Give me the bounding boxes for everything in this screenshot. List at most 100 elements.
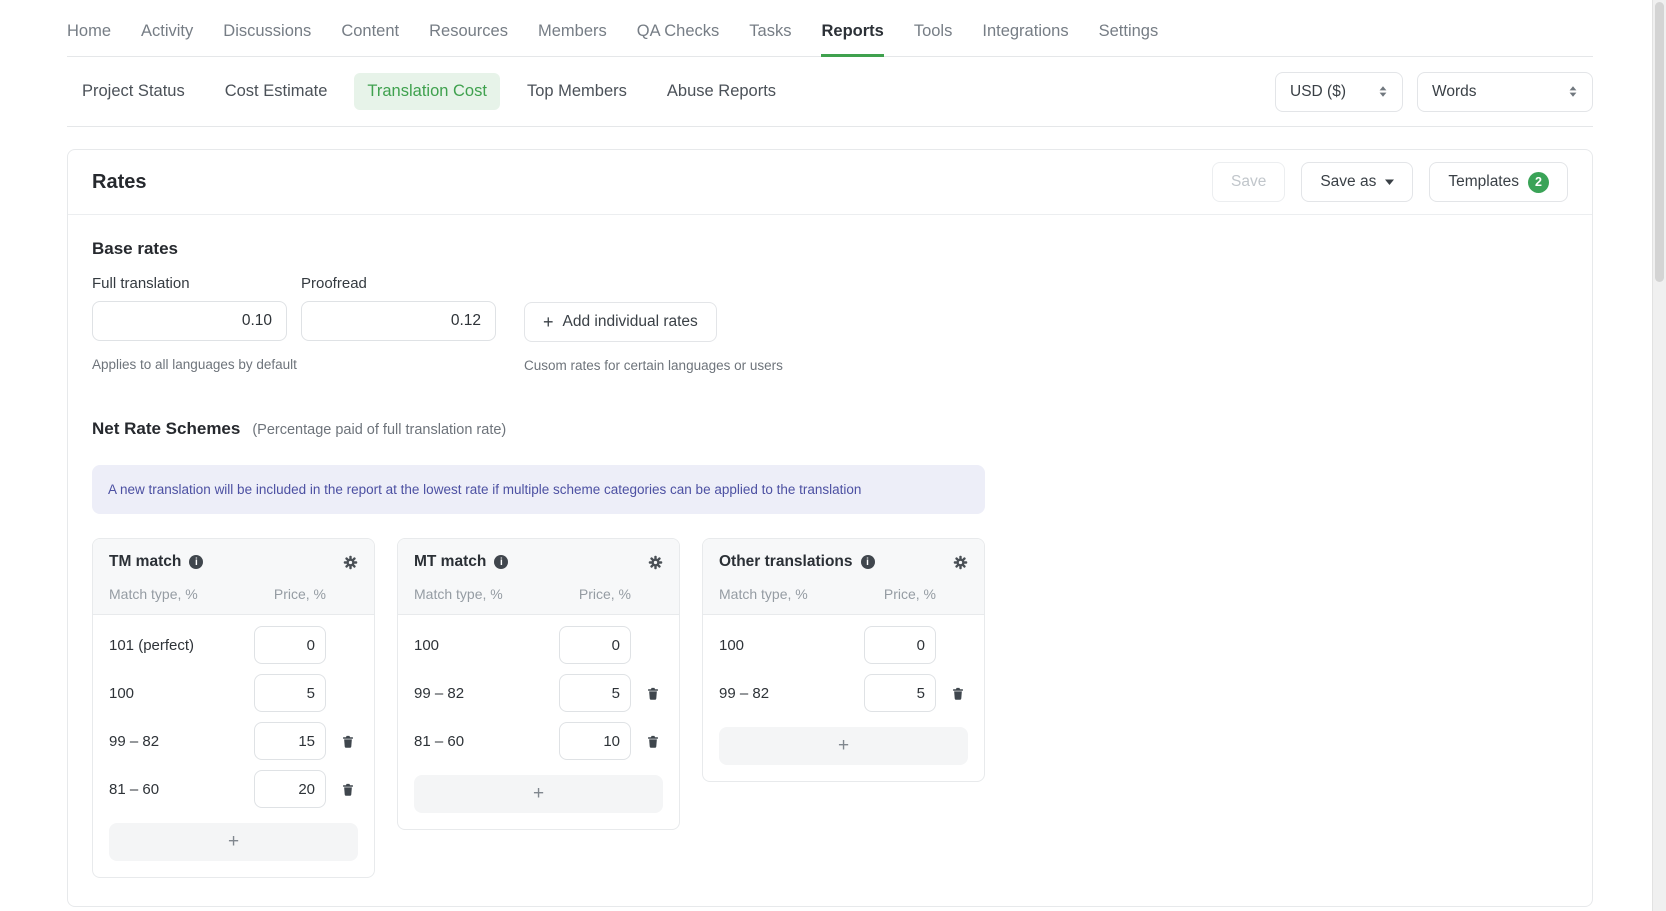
nav-activity[interactable]: Activity (141, 22, 193, 56)
match-range-label: 101 (perfect) (109, 637, 242, 654)
currency-select[interactable]: USD ($) (1275, 72, 1403, 112)
scrollbar-thumb[interactable] (1655, 2, 1664, 282)
rate-row: 99 – 82 (109, 717, 358, 765)
match-type-column-header: Match type, % (719, 586, 852, 602)
info-icon[interactable]: i (189, 555, 203, 569)
add-individual-rates-label: Add individual rates (563, 313, 698, 331)
delete-row-button[interactable] (341, 782, 355, 797)
other-translations-body: 100 99 – 82 + (703, 615, 984, 781)
mt-match-header: MT match i Match type, % Price, % (398, 539, 679, 615)
other-translations-card: Other translations i Match type, % Price… (702, 538, 985, 782)
price-input[interactable] (254, 674, 326, 712)
tm-match-card: TM match i Match type, % Price, % (92, 538, 375, 878)
rate-row: 81 – 60 (109, 765, 358, 813)
save-as-button-label: Save as (1320, 173, 1376, 191)
report-toolbar: Project Status Cost Estimate Translation… (67, 57, 1593, 127)
tab-cost-estimate[interactable]: Cost Estimate (212, 73, 341, 110)
tm-match-header: TM match i Match type, % Price, % (93, 539, 374, 615)
nav-home[interactable]: Home (67, 22, 111, 56)
nav-resources[interactable]: Resources (429, 22, 508, 56)
updown-caret-icon (1568, 85, 1578, 98)
match-range-label: 99 – 82 (719, 685, 852, 702)
save-button-label: Save (1231, 173, 1266, 191)
scheme-cards: TM match i Match type, % Price, % (92, 538, 1568, 878)
currency-select-value: USD ($) (1290, 83, 1346, 101)
mt-match-title: MT match (414, 553, 486, 571)
mt-match-body: 100 99 – 82 81 – 60 (398, 615, 679, 829)
price-input[interactable] (254, 770, 326, 808)
other-translations-header: Other translations i Match type, % Price… (703, 539, 984, 615)
price-input[interactable] (559, 722, 631, 760)
nav-reports[interactable]: Reports (821, 22, 883, 56)
save-button[interactable]: Save (1212, 162, 1285, 202)
trash-icon (646, 734, 660, 749)
gear-icon[interactable] (953, 555, 968, 570)
content: Home Activity Discussions Content Resour… (67, 0, 1593, 907)
nav-content[interactable]: Content (341, 22, 399, 56)
rates-card-header: Rates Save Save as Templates 2 (68, 150, 1592, 215)
full-translation-input[interactable] (92, 301, 287, 341)
delete-row-button[interactable] (646, 734, 660, 749)
rates-card-body: Base rates Full translation Applies to a… (68, 215, 1592, 906)
proofread-input[interactable] (301, 301, 496, 341)
match-range-label: 100 (719, 637, 852, 654)
nav-tasks[interactable]: Tasks (749, 22, 791, 56)
price-input[interactable] (864, 626, 936, 664)
price-column-header: Price, % (864, 586, 936, 602)
price-input[interactable] (559, 626, 631, 664)
nav-settings[interactable]: Settings (1099, 22, 1159, 56)
proofread-label: Proofread (301, 275, 496, 292)
tm-match-body: 101 (perfect) 100 99 – 82 (93, 615, 374, 877)
trash-icon (341, 782, 355, 797)
tm-match-title: TM match (109, 553, 181, 571)
info-icon[interactable]: i (861, 555, 875, 569)
match-type-column-header: Match type, % (109, 586, 242, 602)
report-selectors: USD ($) Words (1275, 72, 1593, 112)
nav-integrations[interactable]: Integrations (982, 22, 1068, 56)
nav-tools[interactable]: Tools (914, 22, 953, 56)
add-individual-rates-button[interactable]: + Add individual rates (524, 302, 717, 342)
net-rate-schemes-heading-row: Net Rate Schemes (Percentage paid of ful… (92, 419, 1568, 439)
full-translation-label: Full translation (92, 275, 287, 292)
report-tabs: Project Status Cost Estimate Translation… (67, 73, 789, 110)
tab-abuse-reports[interactable]: Abuse Reports (654, 73, 789, 110)
save-as-button[interactable]: Save as (1301, 162, 1413, 202)
delete-row-button[interactable] (951, 686, 965, 701)
nav-qa-checks[interactable]: QA Checks (637, 22, 720, 56)
page-title: Rates (92, 171, 146, 194)
price-column-header: Price, % (559, 586, 631, 602)
price-input[interactable] (864, 674, 936, 712)
delete-row-button[interactable] (341, 734, 355, 749)
vertical-scrollbar[interactable] (1652, 0, 1666, 911)
other-translations-title: Other translations (719, 553, 853, 571)
tab-translation-cost[interactable]: Translation Cost (354, 73, 500, 110)
match-range-label: 99 – 82 (109, 733, 242, 750)
units-select[interactable]: Words (1417, 72, 1593, 112)
price-input[interactable] (254, 626, 326, 664)
individual-rates-col: + Add individual rates Cusom rates for c… (524, 275, 783, 373)
info-icon[interactable]: i (494, 555, 508, 569)
tab-top-members[interactable]: Top Members (514, 73, 640, 110)
base-rates-heading: Base rates (92, 239, 1568, 259)
match-range-label: 81 – 60 (414, 733, 547, 750)
rate-row: 100 (414, 621, 663, 669)
nav-members[interactable]: Members (538, 22, 607, 56)
net-rate-schemes-subtitle: (Percentage paid of full translation rat… (252, 422, 506, 438)
templates-count-badge: 2 (1528, 172, 1549, 193)
top-nav: Home Activity Discussions Content Resour… (67, 0, 1593, 57)
chevron-down-icon (1385, 179, 1394, 185)
price-input[interactable] (254, 722, 326, 760)
add-rate-row-button[interactable]: + (719, 727, 968, 765)
gear-icon[interactable] (648, 555, 663, 570)
page: Home Activity Discussions Content Resour… (0, 0, 1666, 911)
add-rate-row-button[interactable]: + (414, 775, 663, 813)
templates-button[interactable]: Templates 2 (1429, 162, 1568, 202)
add-rate-row-button[interactable]: + (109, 823, 358, 861)
tab-project-status[interactable]: Project Status (69, 73, 198, 110)
delete-row-button[interactable] (646, 686, 660, 701)
full-translation-help: Applies to all languages by default (92, 357, 287, 372)
nav-discussions[interactable]: Discussions (223, 22, 311, 56)
gear-icon[interactable] (343, 555, 358, 570)
price-input[interactable] (559, 674, 631, 712)
rate-row: 101 (perfect) (109, 621, 358, 669)
